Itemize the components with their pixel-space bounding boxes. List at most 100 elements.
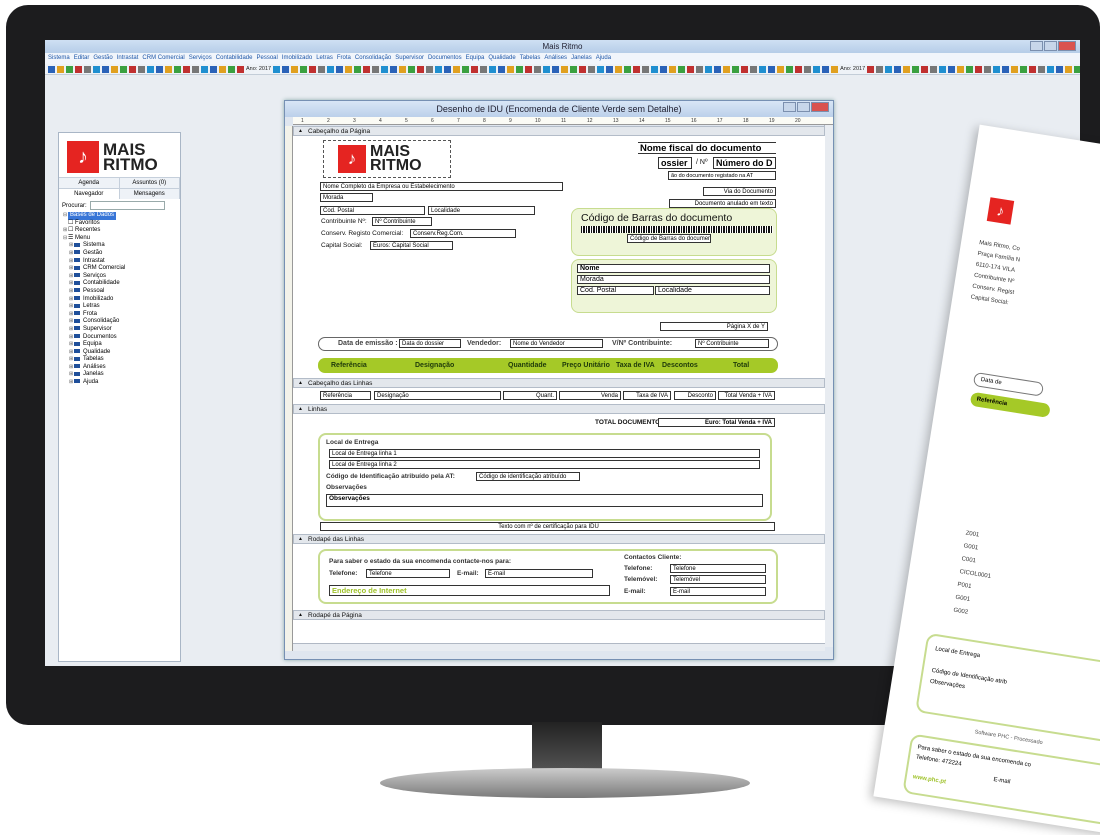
section-rodape-linhas[interactable]: Rodapé das Linhas (293, 534, 825, 544)
field-cliente-morada[interactable]: Morada (577, 275, 770, 284)
toolbar-button-icon[interactable] (102, 65, 109, 73)
designer-close-button[interactable] (811, 102, 829, 112)
field-morada[interactable]: Morada (320, 193, 373, 202)
field-endereco-internet[interactable]: Endereço de Internet (329, 585, 610, 596)
field-emissao[interactable]: Data do dossier (399, 339, 461, 348)
toolbar-button-icon[interactable] (318, 65, 326, 73)
menu-item[interactable]: Pessoal (256, 55, 277, 61)
field-dossier[interactable]: ossier (658, 157, 692, 169)
toolbar-button-icon[interactable] (75, 65, 82, 73)
menu-item[interactable]: CRM Comercial (142, 55, 184, 61)
field-vn-contribuinte[interactable]: Nº Contribuinte (695, 339, 769, 348)
toolbar-button-icon[interactable] (750, 65, 758, 73)
toolbar-button-icon[interactable] (624, 65, 632, 73)
toolbar-button-icon[interactable] (111, 65, 118, 73)
toolbar-button-icon[interactable] (66, 65, 73, 73)
toolbar-button-icon[interactable] (813, 65, 821, 73)
tree-item-menu-entry[interactable]: ⊞ Gestão (69, 250, 180, 258)
line-field[interactable]: Quant. (503, 391, 557, 400)
toolbar-button-icon[interactable] (732, 65, 740, 73)
toolbar-button-icon[interactable] (561, 65, 569, 73)
menu-item[interactable]: Intrastat (117, 55, 139, 61)
toolbar-button-icon[interactable] (939, 65, 947, 73)
search-input[interactable] (89, 201, 165, 210)
tab-navegador[interactable]: Navegador (59, 189, 120, 199)
toolbar-button-icon[interactable] (210, 65, 217, 73)
toolbar-button-icon[interactable] (786, 65, 794, 73)
toolbar-button-icon[interactable] (147, 65, 154, 73)
toolbar-button-icon[interactable] (660, 65, 668, 73)
tree-item-menu-entry[interactable]: ⊞ CRM Comercial (69, 265, 180, 273)
field-contribuinte[interactable]: Nº Contribuinte (372, 217, 432, 226)
menu-item[interactable]: Editar (74, 55, 90, 61)
field-localidade[interactable]: Localidade (428, 206, 535, 215)
toolbar-button-icon[interactable] (597, 65, 605, 73)
minimize-button[interactable] (1030, 41, 1043, 51)
toolbar-button-icon[interactable] (984, 65, 992, 73)
toolbar-button-icon[interactable] (345, 65, 353, 73)
toolbar-button-icon[interactable] (903, 65, 911, 73)
menu-item[interactable]: Letras (316, 55, 333, 61)
toolbar-button-icon[interactable] (498, 65, 506, 73)
designer-maximize-button[interactable] (797, 102, 810, 112)
menu-item[interactable]: Supervisor (395, 55, 424, 61)
toolbar-button-icon[interactable] (1038, 65, 1046, 73)
field-cliente-localidade[interactable]: Localidade (655, 286, 770, 295)
tab-mensagens[interactable]: Mensagens (119, 189, 180, 199)
line-field[interactable]: Taxa de IVA (623, 391, 671, 400)
toolbar-button-icon[interactable] (453, 65, 461, 73)
tree-item-menu-entry[interactable]: ⊞ Qualidade (69, 349, 180, 357)
tree-item-menu-entry[interactable]: ⊞ Janelas (69, 371, 180, 379)
toolbar-button-icon[interactable] (651, 65, 659, 73)
toolbar-button-icon[interactable] (228, 65, 235, 73)
document-logo[interactable]: ♪ MAIS RITMO (323, 140, 451, 178)
toolbar-button-icon[interactable] (309, 65, 317, 73)
tree-item-recentes[interactable]: ⊞☐ Recentes (63, 227, 180, 235)
menu-item[interactable]: Janelas (571, 55, 592, 61)
tree-item-menu-entry[interactable]: ⊞ Ajuda (69, 379, 180, 387)
field-email[interactable]: E-mail (485, 569, 593, 578)
toolbar-button-icon[interactable] (120, 65, 127, 73)
field-barcode[interactable]: Código de Barras do documento (627, 234, 711, 243)
menu-item[interactable]: Análises (544, 55, 567, 61)
toolbar-button-icon[interactable] (138, 65, 145, 73)
menu-item[interactable]: Qualidade (488, 55, 515, 61)
toolbar-button-icon[interactable] (156, 65, 163, 73)
toolbar-button-icon[interactable] (948, 65, 956, 73)
field-conserv[interactable]: Conserv.Reg.Com. (410, 229, 516, 238)
tree-item-menu-entry[interactable]: ⊞ Intrastat (69, 258, 180, 266)
field-cliente-telefone[interactable]: Telefone (670, 564, 766, 573)
maximize-button[interactable] (1044, 41, 1057, 51)
field-entrega-2[interactable]: Local de Entrega linha 2 (329, 460, 760, 469)
field-cliente-telemovel[interactable]: Telemóvel (670, 575, 766, 584)
toolbar-button-icon[interactable] (804, 65, 812, 73)
line-field[interactable]: Venda (559, 391, 621, 400)
line-field[interactable]: Referência (320, 391, 371, 400)
menu-item[interactable]: Tabelas (520, 55, 541, 61)
section-cabecalho-pagina[interactable]: Cabeçalho da Página (293, 126, 825, 136)
field-cod-postal[interactable]: Cod. Postal (320, 206, 425, 215)
field-cliente-nome[interactable]: Nome (577, 264, 770, 273)
tree-item-menu-entry[interactable]: ⊞ Supervisor (69, 326, 180, 334)
toolbar-button-icon[interactable] (921, 65, 929, 73)
field-observacoes[interactable]: Observações (326, 494, 763, 507)
tab-agenda[interactable]: Agenda (59, 178, 120, 188)
toolbar-button-icon[interactable] (930, 65, 938, 73)
toolbar-button-icon[interactable] (417, 65, 425, 73)
toolbar-button-icon[interactable] (912, 65, 920, 73)
toolbar-button-icon[interactable] (768, 65, 776, 73)
year-label[interactable]: Ano: 2017 (840, 66, 865, 72)
toolbar-button-icon[interactable] (408, 65, 416, 73)
toolbar-button-icon[interactable] (327, 65, 335, 73)
tree-item-menu-entry[interactable]: ⊞ Imobilizado (69, 296, 180, 304)
toolbar-button-icon[interactable] (975, 65, 983, 73)
toolbar-button-icon[interactable] (696, 65, 704, 73)
toolbar-button-icon[interactable] (894, 65, 902, 73)
toolbar-button-icon[interactable] (885, 65, 893, 73)
toolbar-button-icon[interactable] (129, 65, 136, 73)
toolbar-button-icon[interactable] (390, 65, 398, 73)
menu-item[interactable]: Serviços (189, 55, 212, 61)
toolbar-button-icon[interactable] (525, 65, 533, 73)
toolbar-button-icon[interactable] (471, 65, 479, 73)
toolbar-button-icon[interactable] (93, 65, 100, 73)
